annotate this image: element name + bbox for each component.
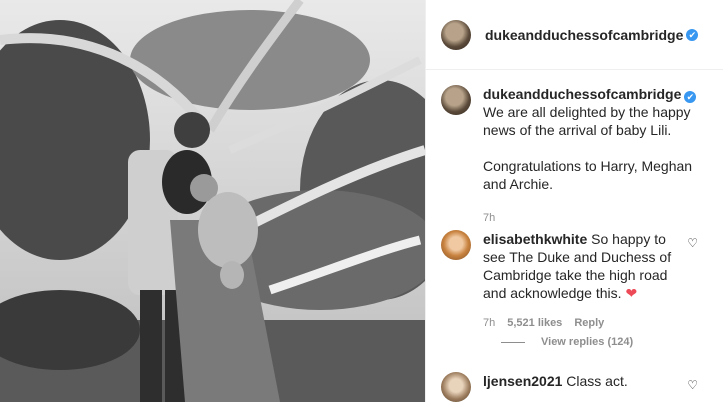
comment-username[interactable]: ljensen2021: [483, 373, 562, 389]
comment-avatar[interactable]: [441, 230, 471, 260]
post-sidebar: dukeandduchessofcambridge ✔ dukeandduche…: [425, 0, 723, 402]
reply-button[interactable]: Reply: [574, 314, 604, 332]
verified-badge-icon: ✔: [684, 91, 697, 103]
like-comment-icon[interactable]: ♡: [687, 378, 698, 392]
post-photo[interactable]: [0, 0, 425, 402]
verified-badge-icon: ✔: [686, 28, 699, 41]
author-avatar[interactable]: [441, 19, 471, 50]
caption-paragraph-1: We are all delighted by the happy news o…: [483, 104, 691, 138]
comment-text: Class act.: [566, 373, 628, 389]
view-replies-label[interactable]: View replies (124): [541, 336, 633, 348]
instagram-post: dukeandduchessofcambridge ✔ dukeandduche…: [0, 0, 723, 402]
caption: dukeandduchessofcambridge ✔ We are all de…: [441, 85, 711, 227]
comment-2: ljensen2021 Class act.: [441, 372, 711, 402]
comment-1: elisabethkwhite So happy to see The Duke…: [441, 230, 711, 332]
comment-avatar[interactable]: [441, 372, 471, 402]
caption-avatar[interactable]: [441, 85, 471, 115]
view-replies[interactable]: View replies (124): [501, 336, 633, 348]
like-comment-icon[interactable]: ♡: [687, 236, 698, 250]
post-header: dukeandduchessofcambridge ✔: [426, 0, 723, 70]
author-username[interactable]: dukeandduchessofcambridge: [485, 27, 683, 43]
photo-image: [0, 0, 425, 402]
caption-paragraph-2: Congratulations to Harry, Meghan and Arc…: [483, 158, 693, 192]
red-heart-icon: ❤: [625, 285, 638, 301]
comment-likes[interactable]: 5,521 likes: [507, 314, 562, 332]
comment-meta: 7h 5,521 likes Reply: [483, 314, 683, 332]
comment-username[interactable]: elisabethkwhite: [483, 231, 587, 247]
replies-divider: [501, 341, 525, 343]
comment-timestamp[interactable]: 7h: [483, 314, 495, 332]
caption-username[interactable]: dukeandduchessofcambridge: [483, 86, 681, 102]
caption-timestamp[interactable]: 7h: [483, 209, 708, 227]
